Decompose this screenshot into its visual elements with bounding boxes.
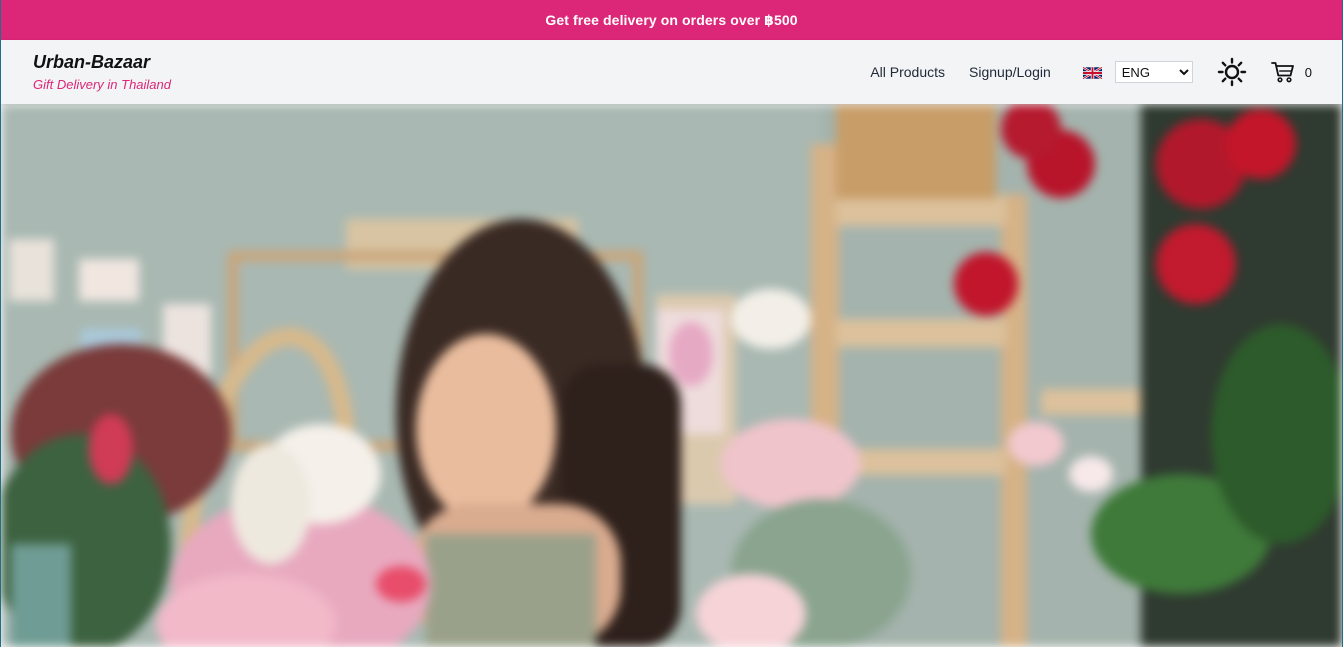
promo-banner: Get free delivery on orders over ฿500 [1,0,1342,40]
cart-icon [1270,62,1294,83]
uk-flag-icon [1082,66,1103,80]
promo-text: Get free delivery on orders over ฿500 [545,11,798,28]
language-select[interactable]: ENG [1114,61,1193,83]
cart-button[interactable]: 0 [1270,61,1312,83]
nav-all-products-link[interactable]: All Products [870,64,945,80]
brand-name[interactable]: Urban-Bazaar [33,52,171,74]
sun-icon [1217,57,1246,87]
cart-count: 0 [1304,64,1312,80]
theme-toggle-button[interactable] [1217,57,1247,87]
nav-signup-login-link[interactable]: Signup/Login [969,64,1051,80]
site-header: Urban-Bazaar Gift Delivery in Thailand A… [1,40,1342,104]
main-nav: All Products Signup/Login ENG 0 [870,57,1312,87]
hero-image [1,104,1342,647]
language-selector: ENG [1082,61,1193,83]
brand-logo[interactable]: Urban-Bazaar Gift Delivery in Thailand [33,52,171,92]
page: Get free delivery on orders over ฿500 Ur… [0,0,1343,647]
brand-tagline: Gift Delivery in Thailand [33,76,171,92]
